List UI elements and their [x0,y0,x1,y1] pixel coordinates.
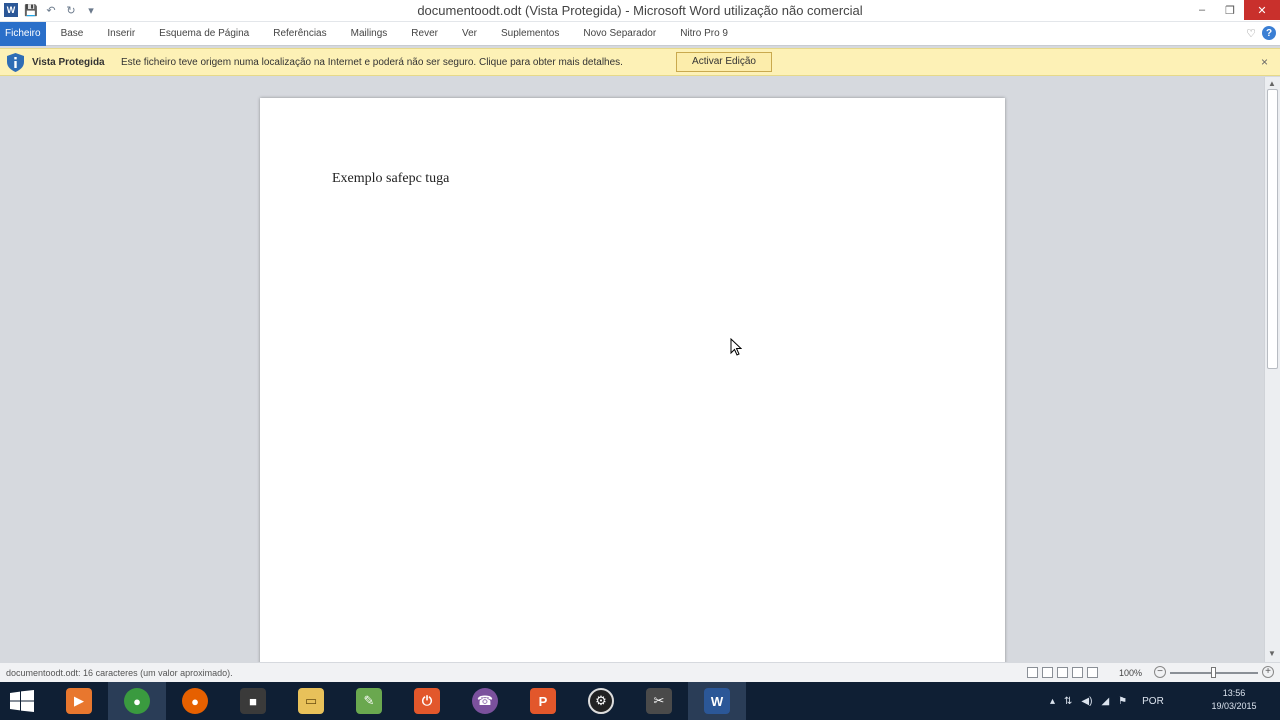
notepad-icon: ✎ [356,688,382,714]
minimize-button[interactable]: – [1188,0,1216,20]
scroll-up-icon[interactable]: ▲ [1268,79,1276,88]
action-center-flag-icon[interactable]: ⚑ [1118,696,1127,707]
ribbon-tabs: Ficheiro Base Inserir Esquema de Página … [0,22,1280,46]
window-controls: – ❐ ✕ [1188,0,1280,20]
close-message-bar-icon[interactable]: × [1261,55,1268,69]
tab-home[interactable]: Base [49,22,96,46]
protected-view-message[interactable]: Este ficheiro teve origem numa localizaç… [121,57,623,68]
folder-icon: ▭ [298,688,324,714]
mouse-pointer-icon [730,338,742,356]
vertical-scrollbar[interactable]: ▲ ▼ [1264,77,1280,662]
windows-start-icon[interactable] [10,690,34,712]
zoom-in-icon[interactable]: + [1262,666,1274,678]
zoom-level[interactable]: 100% [1119,668,1142,678]
tools-icon: ✂ [646,688,672,714]
settings-icon: ⚙ [588,688,614,714]
taskbar-pdf[interactable]: P [514,682,572,720]
view-buttons [1027,667,1098,678]
document-page[interactable]: Exemplo safepc tuga [260,98,1005,668]
protected-view-title: Vista Protegida [32,57,105,68]
outline-view-icon[interactable] [1072,667,1083,678]
tab-references[interactable]: Referências [261,22,338,46]
word-count-status[interactable]: documentoodt.odt: 16 caracteres (um valo… [6,668,233,678]
media-player-icon: ▶ [66,688,92,714]
protected-view-bar: Vista Protegida Este ficheiro teve orige… [0,48,1280,76]
tab-review[interactable]: Rever [399,22,450,46]
tab-view[interactable]: Ver [450,22,489,46]
ribbon: Ficheiro Base Inserir Esquema de Página … [0,22,1280,46]
pdf-icon: P [530,688,556,714]
taskbar-media-player[interactable]: ▶ [50,682,108,720]
tab-mailings[interactable]: Mailings [339,22,400,46]
system-tray: ▴ ⇅ ◀) ◢ ⚑ POR [1050,682,1164,720]
taskbar-apps: ▶ ● ● ■ ▭ ✎ ⏻ ☎ P ⚙ ✂ W [50,682,746,720]
word-icon: W [704,688,730,714]
taskbar: ▶ ● ● ■ ▭ ✎ ⏻ ☎ P ⚙ ✂ W ▴ ⇅ ◀) ◢ ⚑ POR 1… [0,682,1280,720]
shield-icon [7,53,24,72]
tab-insert[interactable]: Inserir [95,22,147,46]
taskbar-viber[interactable]: ☎ [456,682,514,720]
window-title: documentoodt.odt (Vista Protegida) - Mic… [417,3,863,18]
zoom-slider-thumb[interactable] [1211,667,1216,678]
scroll-down-icon[interactable]: ▼ [1268,649,1276,658]
draft-view-icon[interactable] [1087,667,1098,678]
wifi-signal-icon[interactable]: ◢ [1101,696,1109,707]
help-icon[interactable]: ? [1262,26,1276,40]
taskbar-firefox[interactable]: ● [166,682,224,720]
web-layout-view-icon[interactable] [1057,667,1068,678]
network-icon[interactable]: ⇅ [1064,696,1072,707]
close-button[interactable]: ✕ [1244,0,1280,20]
document-body-text[interactable]: Exemplo safepc tuga [332,171,449,187]
tab-new-separator[interactable]: Novo Separador [571,22,668,46]
clock-time: 13:56 [1222,688,1246,698]
clock-date: 19/03/2015 [1211,701,1257,711]
minimize-ribbon-icon[interactable]: ♡ [1246,27,1256,40]
tab-page-layout[interactable]: Esquema de Página [147,22,261,46]
tab-file[interactable]: Ficheiro [0,22,46,46]
title-bar: W 💾 ↶ ↻ ▾ documentoodt.odt (Vista Proteg… [0,0,1280,22]
chrome-icon: ● [124,688,150,714]
restore-button[interactable]: ❐ [1216,0,1244,20]
input-language[interactable]: POR [1142,696,1164,707]
taskbar-settings[interactable]: ⚙ [572,682,630,720]
taskbar-tools[interactable]: ✂ [630,682,688,720]
taskbar-file-explorer[interactable]: ▭ [282,682,340,720]
status-bar: documentoodt.odt: 16 caracteres (um valo… [0,662,1280,682]
taskbar-power[interactable]: ⏻ [398,682,456,720]
power-icon: ⏻ [414,688,440,714]
taskbar-camera[interactable]: ■ [224,682,282,720]
document-area[interactable]: Exemplo safepc tuga [0,77,1264,668]
camera-icon: ■ [240,688,266,714]
tab-add-ins[interactable]: Suplementos [489,22,571,46]
print-layout-view-icon[interactable] [1027,667,1038,678]
show-hidden-icons-icon[interactable]: ▴ [1050,696,1055,707]
taskbar-notepad[interactable]: ✎ [340,682,398,720]
scrollbar-thumb[interactable] [1267,89,1278,369]
zoom-out-icon[interactable]: − [1154,666,1166,678]
taskbar-chrome[interactable]: ● [108,682,166,720]
enable-editing-button[interactable]: Activar Edição [676,52,772,72]
ribbon-right-controls: ♡ ? [1246,26,1276,40]
volume-icon[interactable]: ◀) [1081,696,1092,707]
viber-icon: ☎ [472,688,498,714]
tab-nitro-pro[interactable]: Nitro Pro 9 [668,22,740,46]
firefox-icon: ● [182,688,208,714]
taskbar-word[interactable]: W [688,682,746,720]
clock[interactable]: 13:56 19/03/2015 [1202,687,1266,713]
full-screen-reading-view-icon[interactable] [1042,667,1053,678]
